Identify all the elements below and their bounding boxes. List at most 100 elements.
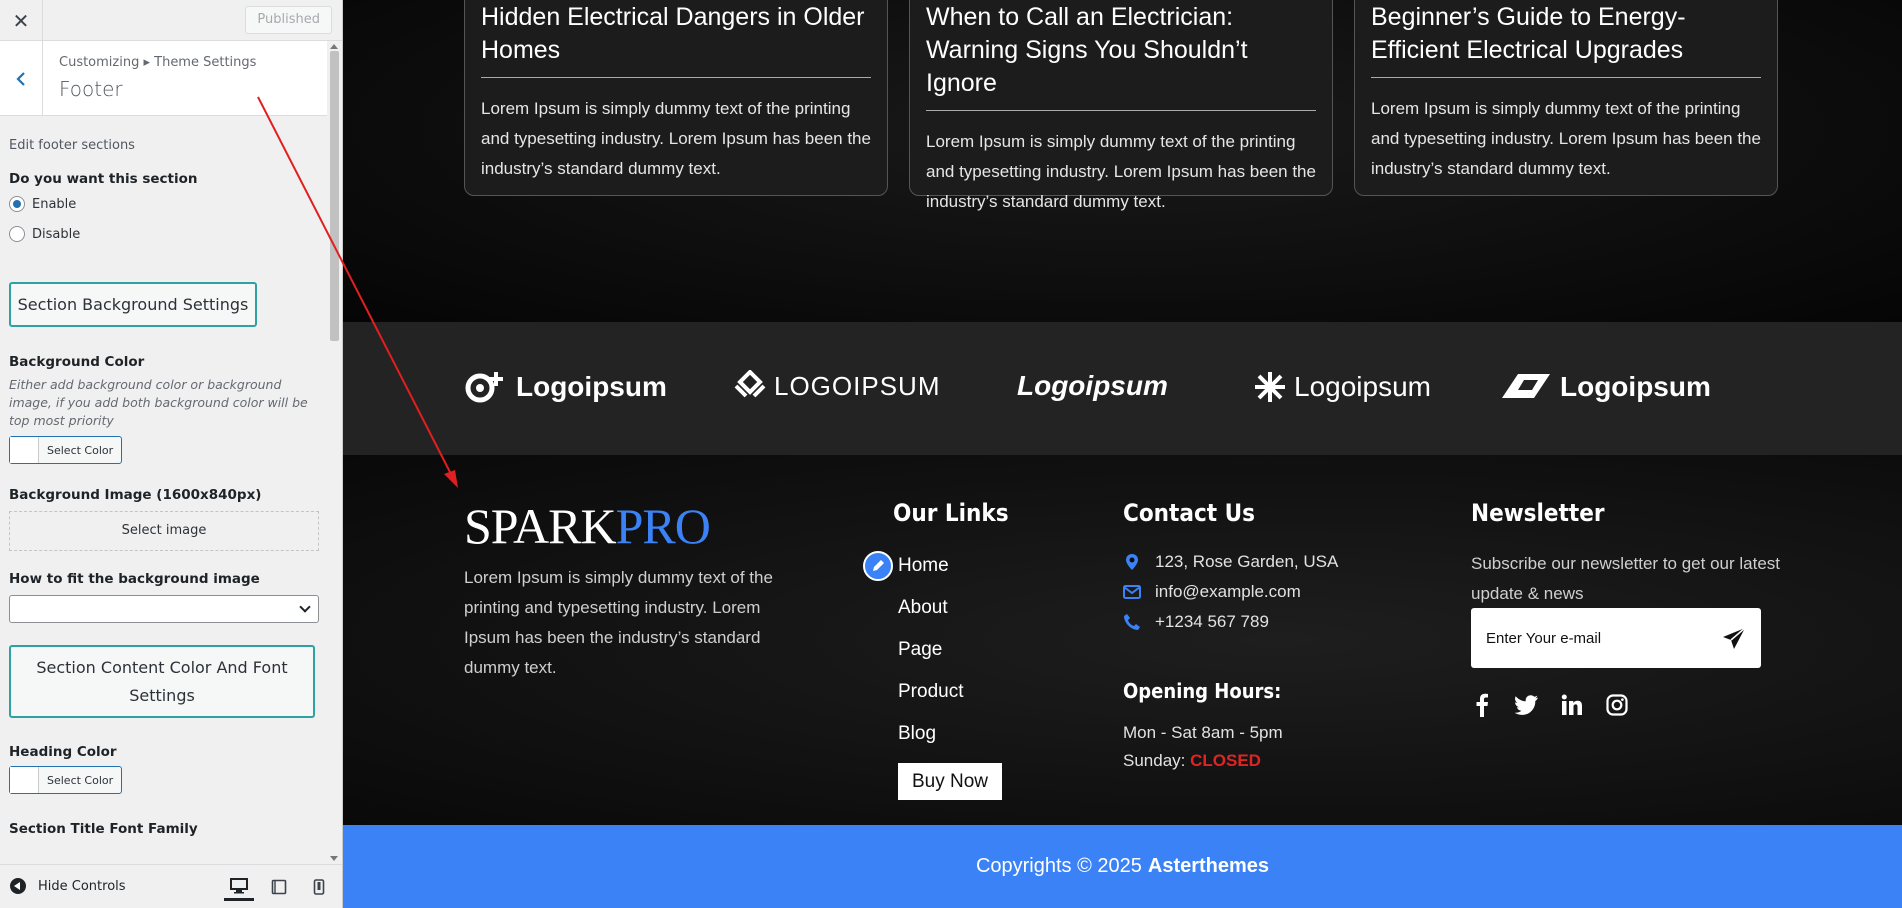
sunday-label: Sunday: [1123,751,1186,770]
phone-text[interactable]: +1234 567 789 [1155,612,1269,632]
select-color-label: Select Color [47,443,114,457]
logo-mark-icon [1255,372,1285,402]
background-color-picker[interactable]: Select Color [9,436,123,464]
footer-link-home[interactable]: Home [898,555,949,577]
footer-brand-logo[interactable]: SPARKPRO [464,497,711,555]
links-title: Our Links [893,499,1009,527]
footer-link-about[interactable]: About [898,597,948,619]
linkedin-icon[interactable] [1559,692,1585,718]
instagram-icon[interactable] [1604,692,1630,718]
blog-card-title[interactable]: Hidden Electrical Dangers in Older Homes [481,1,871,78]
partner-logo: Logoipsum [464,370,667,404]
newsletter-form [1471,608,1761,668]
address-text: 123, Rose Garden, USA [1155,552,1339,571]
site-footer: SPARKPRO Lorem Ipsum is simply dummy tex… [343,455,1902,825]
blog-card[interactable]: Hidden Electrical Dangers in Older Homes… [464,0,888,196]
partner-logo-text: Logoipsum [516,371,667,402]
footer-link-product[interactable]: Product [898,681,963,703]
section-toggle-label: Do you want this section [9,171,198,187]
blog-card[interactable]: When to Call an Electrician: Warning Sig… [909,0,1333,211]
section-background-settings-button[interactable]: Section Background Settings [9,282,257,327]
collapse-icon [10,878,26,894]
partner-logo-text: Logoipsum [1017,370,1168,401]
heading-color-label: Heading Color [9,744,117,760]
partner-logo-text: Logoipsum [1294,371,1431,402]
footer-about-text: Lorem Ipsum is simply dummy text of the … [464,568,773,677]
twitter-icon[interactable] [1514,692,1540,718]
blog-card-excerpt: Lorem Ipsum is simply dummy text of the … [1371,99,1761,178]
blog-card[interactable]: Beginner’s Guide to Energy-Efficient Ele… [1354,0,1778,196]
panel-header: Customizing ▸ Theme Settings Footer [0,41,327,116]
newsletter-description: Subscribe our newsletter to get our late… [1471,554,1780,603]
section-content-settings-button[interactable]: Section Content Color And Font Settings [9,645,315,718]
desktop-preview-icon[interactable] [224,873,254,901]
scrollbar-thumb[interactable] [330,51,339,341]
blog-card-excerpt: Lorem Ipsum is simply dummy text of the … [481,99,871,178]
enable-radio[interactable]: Enable [9,196,319,212]
blog-card-title[interactable]: When to Call an Electrician: Warning Sig… [926,1,1316,111]
contact-phone[interactable]: +1234 567 789 [1123,612,1269,632]
scroll-down-icon[interactable] [330,856,338,861]
hide-controls-label: Hide Controls [38,878,126,894]
heading-color-picker[interactable]: Select Color [9,766,123,794]
send-icon[interactable] [1721,626,1747,652]
disable-label: Disable [32,226,81,242]
scroll-up-icon[interactable] [330,44,338,49]
copyright-bar: Copyrights © 2025 Asterthemes [343,825,1902,908]
sidebar-scrollbar[interactable] [327,41,342,864]
hide-controls-button[interactable]: Hide Controls [10,878,126,894]
partner-logo: Logoipsum [1252,370,1431,404]
radio-unchecked-icon[interactable] [9,226,25,242]
edit-shortcut-pencil-icon[interactable] [863,551,893,581]
panel-title: Footer [59,77,123,101]
blog-card-title[interactable]: Beginner’s Guide to Energy-Efficient Ele… [1371,1,1761,78]
logo-mark-icon [465,372,503,403]
published-button[interactable]: Published [245,6,332,34]
tablet-preview-icon[interactable] [264,873,294,901]
contact-title: Contact Us [1123,499,1255,527]
color-swatch[interactable] [10,437,39,463]
contact-email[interactable]: info@example.com [1123,582,1301,602]
partner-logo: Logoipsum [1017,370,1168,402]
copyright-text: Copyrights © 2025 [975,855,1142,877]
select-image-button[interactable]: Select image [9,511,319,551]
mobile-preview-icon[interactable] [304,873,334,901]
customizer-sidebar: ✕ Published Customizing ▸ Theme Settings… [0,0,343,908]
partner-logos: Logoipsum LOGOIPSUM Logoipsum Logoipsum … [343,322,1902,455]
blog-card-excerpt: Lorem Ipsum is simply dummy text of the … [926,132,1316,211]
closed-badge: CLOSED [1190,751,1261,770]
fit-background-select[interactable] [9,595,319,623]
footer-link-blog[interactable]: Blog [898,723,936,745]
background-image-label: Background Image (1600x840px) [9,487,262,503]
envelope-icon [1123,585,1141,599]
contact-address: 123, Rose Garden, USA [1123,552,1338,572]
copyright-brand-link[interactable]: Asterthemes [1148,855,1269,878]
panel-body: Edit footer sections Do you want this se… [9,116,319,837]
enable-label: Enable [32,196,77,212]
back-icon[interactable] [0,41,43,116]
hours-weekday: Mon - Sat 8am - 5pm [1123,723,1283,742]
newsletter-email-input[interactable] [1471,608,1701,668]
background-color-label: Background Color [9,354,145,370]
footer-link-page[interactable]: Page [898,639,942,661]
customizer-topbar: ✕ Published [0,0,342,41]
radio-checked-icon[interactable] [9,196,25,212]
color-swatch[interactable] [10,767,39,793]
buy-now-button[interactable]: Buy Now [898,763,1002,800]
select-color-label: Select Color [47,773,114,787]
email-text[interactable]: info@example.com [1155,582,1301,602]
opening-hours-title: Opening Hours: [1123,679,1282,703]
background-color-help: Either add background color or backgroun… [9,377,308,428]
disable-radio[interactable]: Disable [9,226,319,242]
brand-text-main: SPARK [464,498,617,554]
partner-logo: LOGOIPSUM [732,370,940,402]
facebook-icon[interactable] [1469,692,1495,718]
logo-mark-icon [1502,374,1550,398]
close-icon[interactable]: ✕ [0,0,43,41]
location-pin-icon [1123,553,1141,571]
newsletter-title: Newsletter [1471,499,1605,527]
partner-logo-text: Logoipsum [1560,371,1711,402]
blog-section: Hidden Electrical Dangers in Older Homes… [343,0,1902,322]
breadcrumb: Customizing ▸ Theme Settings [59,55,257,70]
site-preview: Hidden Electrical Dangers in Older Homes… [343,0,1902,908]
